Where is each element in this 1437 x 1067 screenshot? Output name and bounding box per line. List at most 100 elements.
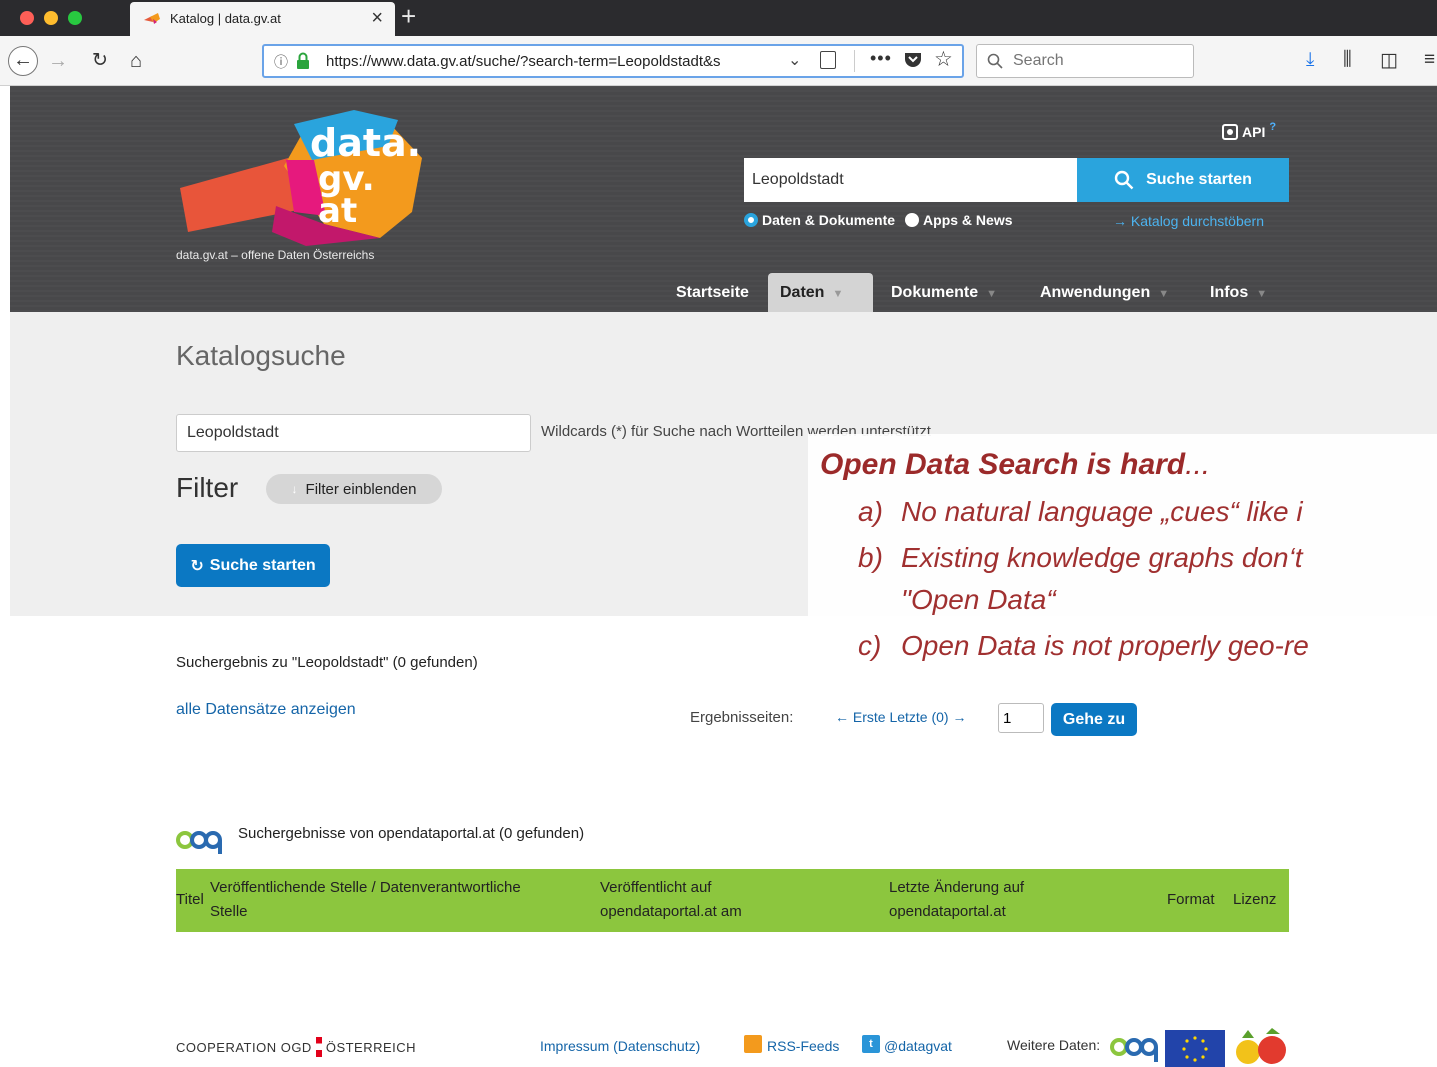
- chevron-down-icon: ▼: [832, 288, 844, 300]
- nav-daten[interactable]: Daten ▼: [768, 273, 873, 312]
- browser-tabbar: Katalog | data.gv.at × +: [0, 0, 1437, 36]
- col-stelle-1[interactable]: Veröffentlichende Stelle / Datenverantwo…: [210, 878, 521, 898]
- goto-page-button[interactable]: Gehe zu: [1051, 703, 1137, 736]
- nav-label: Startseite: [676, 284, 749, 301]
- col-veroeff-1[interactable]: Veröffentlicht auf: [600, 878, 711, 898]
- annotation-line-a: No natural language „cues“ like i: [901, 496, 1303, 527]
- tab-close-icon[interactable]: ×: [371, 7, 383, 30]
- berries-logo[interactable]: [1232, 1028, 1290, 1067]
- nav-label: Infos: [1210, 284, 1249, 301]
- col-lizenz[interactable]: Lizenz: [1233, 890, 1276, 910]
- opendataportal-link-logo[interactable]: [1110, 1030, 1158, 1064]
- bookmark-star-icon[interactable]: ☆: [934, 47, 953, 72]
- download-icon[interactable]: ⤓: [1306, 49, 1314, 71]
- nav-dokumente[interactable]: Dokumente ▼: [879, 273, 1009, 312]
- radio-apps-label[interactable]: Apps & News: [923, 212, 1012, 228]
- url-text[interactable]: https://www.data.gv.at/suche/?search-ter…: [326, 53, 746, 70]
- help-icon[interactable]: ?: [1269, 121, 1276, 133]
- col-aenderung-1[interactable]: Letzte Änderung auf: [889, 878, 1024, 898]
- api-icon: [1222, 124, 1238, 140]
- chevron-down-icon: ▼: [986, 288, 998, 300]
- annotation-marker-b: b): [858, 542, 883, 573]
- chevron-down-icon: ▼: [1256, 288, 1268, 300]
- info-icon[interactable]: ⓘ: [274, 52, 288, 72]
- window-minimize-button[interactable]: [44, 11, 58, 25]
- logo-text-3: at: [318, 191, 357, 231]
- refresh-icon: ↻: [190, 557, 204, 575]
- catalog-search-button-label: Suche starten: [209, 556, 316, 574]
- browser-toolbar: ← → ↻ ⌂ ⓘ https://www.data.gv.at/suche/?…: [0, 36, 1437, 86]
- results-table-header: Titel Veröffentlichende Stelle / Datenve…: [176, 869, 1289, 932]
- col-veroeff-2[interactable]: opendataportal.at am: [600, 902, 742, 922]
- page-number-input[interactable]: [998, 703, 1044, 733]
- more-data-label: Weitere Daten:: [1007, 1037, 1101, 1053]
- nav-startseite[interactable]: Startseite: [664, 273, 761, 312]
- sidebar-icon[interactable]: ◫: [1380, 49, 1398, 72]
- radio-data-label[interactable]: Daten & Dokumente: [762, 212, 895, 228]
- chevron-down-icon: ▼: [1158, 288, 1170, 300]
- nav-infos[interactable]: Infos ▼: [1198, 273, 1279, 312]
- cooperation-logo: COOPERATION OGD ÖSTERREICH: [176, 1037, 416, 1057]
- catalog-search-button[interactable]: ↻ Suche starten: [176, 544, 330, 587]
- filter-heading: Filter: [176, 472, 239, 503]
- opendataportal-logo: [176, 831, 222, 854]
- pocket-icon[interactable]: [904, 51, 922, 68]
- library-icon[interactable]: ⫼: [1343, 49, 1352, 71]
- radio-apps[interactable]: [905, 213, 920, 227]
- browser-search-box[interactable]: [976, 44, 1194, 78]
- page-actions-icon[interactable]: •••: [870, 48, 892, 69]
- api-label: API: [1242, 124, 1266, 140]
- window-zoom-button[interactable]: [68, 11, 82, 25]
- new-tab-button[interactable]: +: [401, 1, 416, 32]
- menu-icon[interactable]: ≡: [1424, 49, 1435, 71]
- eu-open-data-logo[interactable]: [1165, 1030, 1225, 1067]
- pager-label: Ergebnisseiten:: [690, 709, 794, 726]
- annotation-marker-a: a): [858, 496, 883, 527]
- nav-label: Dokumente: [891, 284, 979, 301]
- twitter-link[interactable]: @datagvat: [884, 1038, 952, 1054]
- show-all-link[interactable]: alle Datensätze anzeigen: [176, 701, 356, 719]
- austria-flag-icon: [315, 1037, 322, 1057]
- back-button[interactable]: ←: [8, 46, 38, 76]
- odp-result-heading: Suchergebnisse von opendataportal.at (0 …: [238, 825, 585, 842]
- header-search-button[interactable]: Suche starten: [1077, 158, 1289, 202]
- catalog-search-input[interactable]: [176, 414, 531, 452]
- window-close-button[interactable]: [20, 11, 34, 25]
- katalog-browse-link[interactable]: → Katalog durchstöbern: [1113, 213, 1264, 229]
- site-logo[interactable]: data. gv. at: [176, 106, 426, 246]
- reload-button[interactable]: ↻: [92, 47, 108, 75]
- annotation-marker-c: c): [858, 630, 882, 661]
- impressum-link[interactable]: Impressum (Datenschutz): [540, 1038, 700, 1054]
- annotation-line-c: Open Data is not properly geo-re: [901, 630, 1309, 661]
- tab-title: Katalog | data.gv.at: [170, 11, 281, 26]
- browser-search-input[interactable]: [1013, 51, 1183, 71]
- filter-toggle-button[interactable]: ↓ Filter einblenden: [266, 474, 442, 504]
- annotation-title: Open Data Search is hard...: [820, 448, 1210, 482]
- pager-links[interactable]: ← Erste Letzte (0) →: [835, 709, 966, 725]
- twitter-icon: t: [862, 1035, 880, 1053]
- address-bar[interactable]: ⓘ https://www.data.gv.at/suche/?search-t…: [262, 44, 964, 78]
- radio-data[interactable]: [744, 213, 758, 227]
- search-scope-radios: Daten & Dokumente Apps & News: [744, 212, 1013, 228]
- browser-tab[interactable]: Katalog | data.gv.at ×: [130, 2, 395, 36]
- col-titel[interactable]: Titel: [176, 890, 204, 910]
- home-button[interactable]: ⌂: [130, 47, 142, 75]
- arrow-down-icon: ↓: [291, 482, 298, 496]
- annotation-title-ellipsis: ...: [1185, 448, 1211, 481]
- site-header: data. gv. at data.gv.at – offene Daten Ö…: [10, 86, 1437, 312]
- coop-left: COOPERATION OGD: [176, 1039, 312, 1055]
- header-search-input[interactable]: [744, 158, 1078, 202]
- favicon-icon: [144, 13, 160, 24]
- col-format[interactable]: Format: [1167, 890, 1215, 910]
- nav-label: Daten: [780, 284, 825, 301]
- forward-button[interactable]: →: [48, 47, 68, 75]
- result-heading: Suchergebnis zu "Leopoldstadt" (0 gefund…: [176, 654, 478, 671]
- reader-view-icon[interactable]: [820, 51, 836, 69]
- col-aenderung-2[interactable]: opendataportal.at: [889, 902, 1006, 922]
- slide-annotation: Open Data Search is hard... a) No natura…: [808, 434, 1437, 694]
- col-stelle-2[interactable]: Stelle: [210, 902, 248, 922]
- nav-anwendungen[interactable]: Anwendungen ▼: [1028, 273, 1181, 312]
- rss-link[interactable]: RSS-Feeds: [767, 1038, 839, 1054]
- chevron-down-icon[interactable]: ⌄: [788, 50, 801, 70]
- api-link[interactable]: API ?: [1222, 121, 1276, 140]
